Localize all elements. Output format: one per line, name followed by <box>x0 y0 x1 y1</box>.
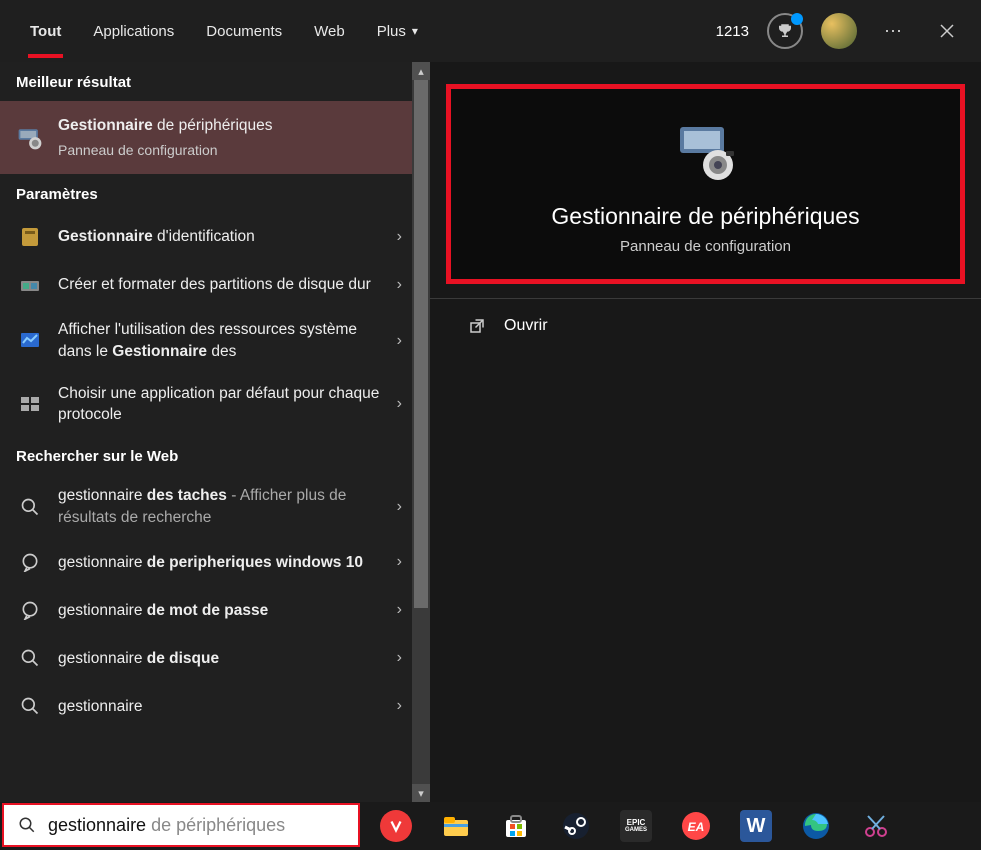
search-icon <box>16 644 44 672</box>
chat-icon <box>16 596 44 624</box>
settings-item-partitions[interactable]: Créer et formater des partitions de disq… <box>0 261 430 309</box>
settings-item-resources[interactable]: Afficher l'utilisation des ressources sy… <box>0 309 430 372</box>
taskbar-app-explorer[interactable] <box>440 810 472 842</box>
settings-item-label: Gestionnaire d'identification <box>58 226 414 248</box>
taskbar-app-edge[interactable] <box>800 810 832 842</box>
web-item-label: gestionnaire <box>58 696 414 718</box>
web-item-password-manager[interactable]: gestionnaire de mot de passe › <box>0 586 430 634</box>
tab-web[interactable]: Web <box>300 5 359 58</box>
taskbar-app-epic[interactable]: EPICGAMES <box>620 810 652 842</box>
chat-icon <box>16 548 44 576</box>
taskbar-app-store[interactable] <box>500 810 532 842</box>
chevron-down-icon: ▾ <box>412 24 418 38</box>
device-manager-icon <box>16 124 44 152</box>
top-right-controls: 1213 ⋯ <box>716 13 965 49</box>
search-icon <box>16 692 44 720</box>
web-item-label: gestionnaire de disque <box>58 648 414 670</box>
bottom-row: gestionnaire de périphériques EPICGAMES … <box>0 802 981 850</box>
tab-applications[interactable]: Applications <box>79 5 188 58</box>
close-icon <box>939 23 955 39</box>
device-manager-large-icon <box>670 121 742 185</box>
chevron-right-icon: › <box>397 395 402 413</box>
web-item-gestionnaire[interactable]: gestionnaire › <box>0 682 430 730</box>
notification-dot-icon <box>791 13 803 25</box>
chevron-right-icon: › <box>397 649 402 667</box>
section-settings: Paramètres <box>0 174 430 213</box>
settings-item-credentials[interactable]: Gestionnaire d'identification › <box>0 213 430 261</box>
settings-item-label: Créer et formater des partitions de disq… <box>58 274 414 296</box>
rewards-medal-icon[interactable] <box>767 13 803 49</box>
settings-item-label: Afficher l'utilisation des ressources sy… <box>58 319 414 362</box>
web-item-task-manager[interactable]: gestionnaire des taches - Afficher plus … <box>0 475 430 538</box>
main-area: Meilleur résultat Gestionnaire de périph… <box>0 62 981 802</box>
close-button[interactable] <box>929 13 965 49</box>
tab-more-label: Plus <box>377 23 406 40</box>
scroll-down-icon[interactable]: ▾ <box>412 784 430 802</box>
search-scope-tabs: Tout Applications Documents Web Plus ▾ <box>16 5 432 58</box>
search-text: gestionnaire de périphériques <box>48 815 285 836</box>
open-label: Ouvrir <box>504 317 548 335</box>
taskbar-app-steam[interactable] <box>560 810 592 842</box>
preview-subtitle: Panneau de configuration <box>620 238 791 255</box>
best-result-item[interactable]: Gestionnaire de périphériques Panneau de… <box>0 101 430 174</box>
settings-item-label: Choisir une application par défaut pour … <box>58 383 414 426</box>
web-item-label: gestionnaire de mot de passe <box>58 600 414 622</box>
tab-more[interactable]: Plus ▾ <box>363 5 432 58</box>
web-item-device-manager-w10[interactable]: gestionnaire de peripheriques windows 10… <box>0 538 430 586</box>
scrollbar-thumb[interactable] <box>414 80 428 608</box>
web-item-label: gestionnaire des taches - Afficher plus … <box>58 485 414 528</box>
chevron-right-icon: › <box>397 553 402 571</box>
open-icon <box>468 317 486 335</box>
svg-text:EA: EA <box>688 820 705 834</box>
top-tabbar: Tout Applications Documents Web Plus ▾ 1… <box>0 0 981 62</box>
taskbar-app-ea[interactable]: EA <box>680 810 712 842</box>
results-scrollbar[interactable]: ▴ ▾ <box>412 62 430 802</box>
web-item-label: gestionnaire de peripheriques windows 10 <box>58 552 414 574</box>
chevron-right-icon: › <box>397 228 402 246</box>
credential-manager-icon <box>16 223 44 251</box>
tab-documents[interactable]: Documents <box>192 5 296 58</box>
preview-title: Gestionnaire de périphériques <box>551 203 859 230</box>
best-result-text: Gestionnaire de périphériques Panneau de… <box>58 115 414 160</box>
search-icon <box>16 493 44 521</box>
tab-all[interactable]: Tout <box>16 5 75 58</box>
more-options-button[interactable]: ⋯ <box>875 13 911 49</box>
taskbar-app-word[interactable]: W <box>740 810 772 842</box>
default-apps-icon <box>16 390 44 418</box>
section-web: Rechercher sur le Web <box>0 436 430 475</box>
web-item-disk-manager[interactable]: gestionnaire de disque › <box>0 634 430 682</box>
chevron-right-icon: › <box>397 697 402 715</box>
rewards-points[interactable]: 1213 <box>716 23 749 40</box>
trophy-icon <box>776 22 794 40</box>
preview-card: Gestionnaire de périphériques Panneau de… <box>446 84 965 284</box>
taskbar: EPICGAMES EA W <box>360 810 981 842</box>
chevron-right-icon: › <box>397 332 402 350</box>
user-avatar[interactable] <box>821 13 857 49</box>
preview-panel: Gestionnaire de périphériques Panneau de… <box>430 62 981 802</box>
settings-item-default-apps[interactable]: Choisir une application par défaut pour … <box>0 373 430 436</box>
results-panel: Meilleur résultat Gestionnaire de périph… <box>0 62 430 802</box>
open-action[interactable]: Ouvrir <box>446 299 965 353</box>
task-manager-icon <box>16 327 44 355</box>
chevron-right-icon: › <box>397 601 402 619</box>
chevron-right-icon: › <box>397 276 402 294</box>
search-icon <box>18 816 36 834</box>
taskbar-app-vivaldi[interactable] <box>380 810 412 842</box>
section-best-result: Meilleur résultat <box>0 62 430 101</box>
disk-partition-icon <box>16 271 44 299</box>
taskbar-app-snip[interactable] <box>860 810 892 842</box>
chevron-right-icon: › <box>397 498 402 516</box>
scroll-up-icon[interactable]: ▴ <box>412 62 430 80</box>
search-input[interactable]: gestionnaire de périphériques <box>2 803 360 847</box>
